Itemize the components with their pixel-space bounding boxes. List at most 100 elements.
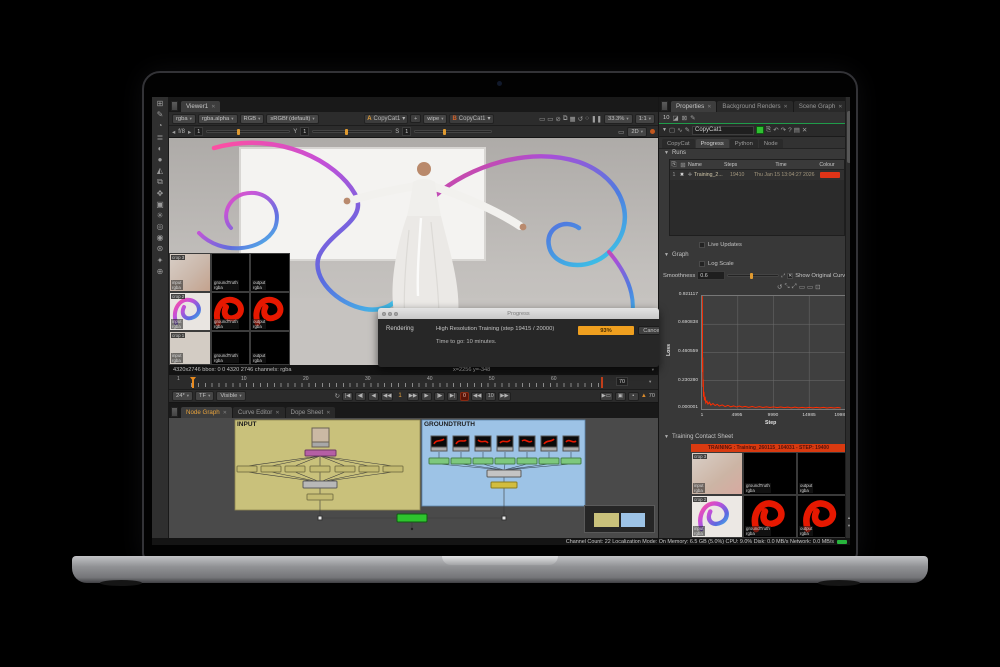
tab-curve-editor[interactable]: Curve Editor✕ [233,407,285,418]
keyer-icon[interactable]: ◭ [157,167,163,175]
input-append-node[interactable] [303,481,337,488]
collapse-triangle-icon[interactable]: ▼ [662,127,667,133]
deep-icon[interactable]: ◎ [157,223,164,231]
wipe-plus-button[interactable]: + [410,114,421,123]
groundtruth-read-nodes[interactable] [431,436,579,451]
flipbook-button[interactable]: ▶▭ [600,392,613,401]
close-icon[interactable]: ✕ [275,410,279,416]
tab-scene-graph[interactable]: Scene Graph✕ [794,101,848,112]
close-icon[interactable]: ✕ [707,104,711,110]
range-end-marker[interactable] [601,377,603,388]
copy-icon[interactable]: ⎘ [766,126,771,134]
dialog-titlebar[interactable]: Progress [378,308,659,319]
collapse-triangle-icon[interactable]: ▼ [664,252,669,258]
live-updates-checkbox[interactable] [699,242,705,248]
loss-chart[interactable]: 0.921117 0.690838 0.460559 0.230280 0.00… [659,292,850,428]
clipping-warning-icon[interactable]: ⊘ [555,115,560,123]
window-controls[interactable] [382,312,398,316]
input-crop-nodes[interactable] [237,466,403,472]
eyedropper-icon[interactable]: ✎ [685,126,690,134]
float-panel-icon[interactable]: ▤ [794,126,800,134]
sat-field[interactable]: 1 [402,127,411,136]
graph-section[interactable]: ▼ Graph [664,252,689,258]
smoothness-field[interactable]: 0.6 [697,271,725,280]
toolsets-icon[interactable]: ✦ [157,257,164,265]
downrez-icon[interactable]: ▦ [570,115,576,123]
close-panel-icon[interactable]: ✕ [802,126,807,134]
col-colour[interactable]: Colour [814,162,840,168]
scroll-down-icon[interactable]: ▼ [846,523,850,528]
frame-end-field[interactable]: 70 [616,377,628,386]
gamma-slider[interactable] [312,130,392,133]
col-time[interactable]: Time [748,162,814,168]
training-contact-sheet-section[interactable]: ▼ Training Contact Sheet [664,434,733,440]
monitor-out-icon[interactable]: ▭ [539,115,545,123]
tab-progress[interactable]: Progress [696,139,729,148]
expand-icon[interactable]: ⤢ [781,273,785,279]
input-out-node[interactable] [307,494,333,500]
close-icon[interactable]: ✕ [838,104,842,110]
undo-icon[interactable]: ↶ [773,126,778,134]
node-name-field[interactable]: CopyCat1 [692,126,754,135]
tab-copycat[interactable]: CopyCat [662,139,695,148]
prev-arrow-icon[interactable]: ◂ [172,128,175,136]
goto-start-button[interactable]: |◀ [342,392,353,401]
fit-icon[interactable]: ⊡ [815,283,820,291]
sheet-input-cell[interactable]: crop 2 inputrgba [691,495,743,538]
channel-icon[interactable]: ≣ [157,134,164,142]
pause-icon[interactable]: ○ [585,115,589,122]
tab-dope-sheet[interactable]: Dope Sheet✕ [286,407,336,418]
roi-icon[interactable]: ▭ [547,115,553,123]
timeline-range-dropdown[interactable]: TF▾ [195,391,214,401]
collapse-triangle-icon[interactable]: ▼ [664,150,669,156]
input-b-dropdown[interactable]: BCopyCat1▾ [449,114,493,124]
run-colour-swatch[interactable] [820,172,840,178]
fps-dropdown[interactable]: 24*▾ [172,391,193,401]
views-icon[interactable]: ◉ [157,234,164,242]
gamma-field[interactable]: 1 [300,127,309,136]
log-scale-checkbox[interactable] [699,261,705,267]
groundtruth-crop-nodes[interactable] [429,458,581,464]
colorspace-dropdown[interactable]: sRGBf (default)▾ [266,114,318,124]
tab-background-renders[interactable]: Background Renders✕ [717,101,792,112]
input-read-node[interactable] [312,428,329,447]
draw-icon[interactable]: ✎ [157,111,164,119]
lock-panels-icon[interactable]: ◪ [672,114,678,122]
help-icon[interactable]: ? [788,127,792,134]
chevron-down-icon[interactable]: ▾ [652,367,654,373]
reset-zoom-icon[interactable]: ↺ [777,283,782,291]
run-row[interactable]: 1 ✖ ✛ Training_2... 19410 Thu Jan 15 13:… [670,170,844,180]
metadata-icon[interactable]: ⊛ [157,245,164,253]
viewer-settings-icon[interactable] [650,129,655,134]
close-icon[interactable]: ✕ [784,104,788,110]
sheet-input-cell[interactable]: crop 3 inputrgba [691,452,743,495]
grid-icon[interactable]: ⊞ [678,161,688,169]
wipe-dropdown[interactable]: wipe▾ [423,114,447,124]
next-arrow-icon[interactable]: ▸ [188,128,191,136]
layer-dropdown[interactable]: rgba▾ [172,114,196,124]
runs-section[interactable]: ▼ Runs [664,150,686,156]
frame-inc-button[interactable]: ▶▶ [498,392,510,401]
collapse-triangle-icon[interactable]: ▼ [664,434,669,440]
close-icon[interactable]: ✕ [211,104,215,110]
refresh-icon[interactable]: ↺ [578,115,583,123]
sheet-groundtruth-cell[interactable]: groundTruthrgba [743,452,797,495]
copycat-node[interactable] [397,514,427,522]
sheet-output-cell[interactable]: outputrgba [797,452,846,495]
tab-node[interactable]: Node [759,139,783,148]
col-steps[interactable]: Steps [724,162,748,168]
zoom-x-icon[interactable]: ⤡ [784,283,789,291]
step-forward-button[interactable]: ▶ [421,392,432,401]
tab-python[interactable]: Python [730,139,758,148]
merge-icon[interactable]: ⧉ [157,178,163,186]
gain-field[interactable]: 1 [194,127,203,136]
smoothness-slider[interactable] [727,274,779,277]
sheet-groundtruth-cell[interactable]: groundTruthrgba [743,495,797,538]
alpha-dropdown[interactable]: rgba.alpha▾ [198,114,238,124]
display-channels-dropdown[interactable]: RGB▾ [240,114,265,124]
close-icon[interactable]: ✕ [326,410,330,416]
lock-range-button[interactable]: ▪ [628,392,639,401]
timeline-ruler[interactable] [191,383,603,387]
groundtruth-append-node[interactable] [487,470,521,477]
scroll-up-icon[interactable]: ▲ [846,515,850,520]
